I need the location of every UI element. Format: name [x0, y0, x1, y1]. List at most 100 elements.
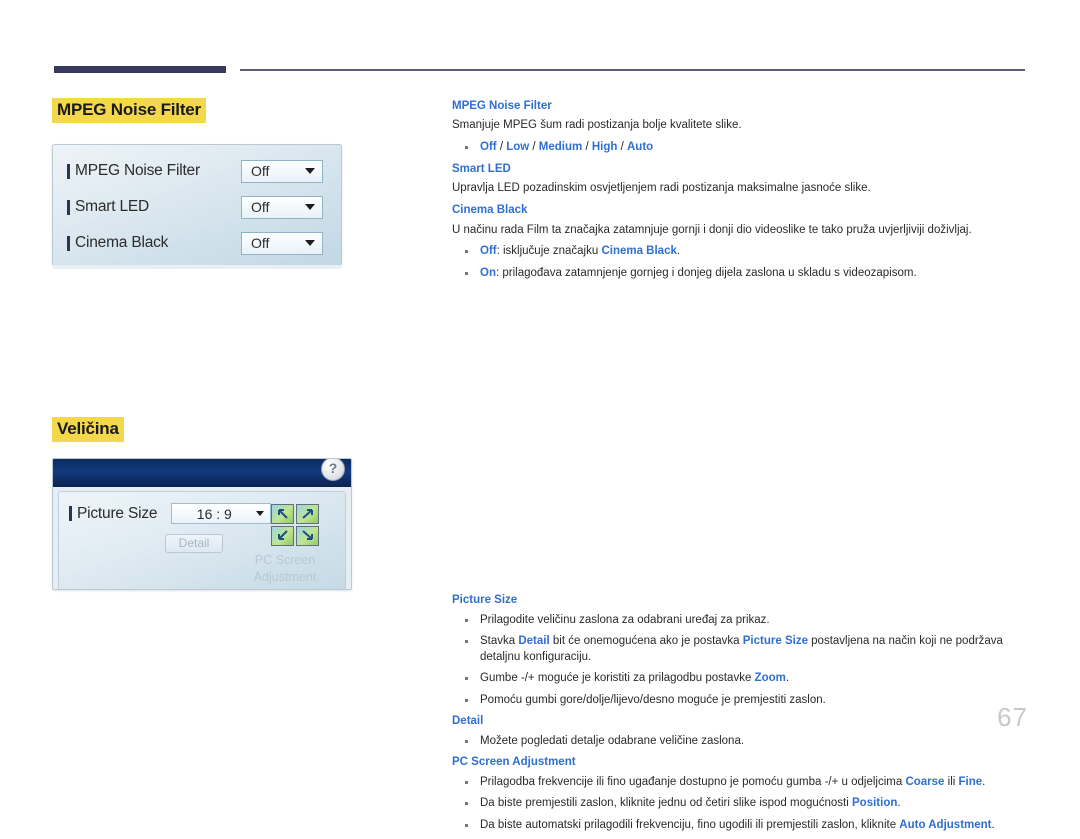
bullet-list-cinema-black: Off: isključuje značajku Cinema Black. O…: [452, 244, 1030, 281]
bullet-text: : isključuje značajku: [496, 245, 602, 258]
osd-label-smart-led: Smart LED: [75, 198, 149, 215]
block-smart-led: Smart LED Upravlja LED pozadinskim osvje…: [452, 162, 1030, 196]
bullet-marker-icon: [67, 199, 70, 215]
block-paragraph-smart-led: Upravlja LED pozadinskim osvjetljenjem r…: [452, 182, 871, 195]
list-item: Off: isključuje značajku Cinema Black.: [452, 244, 1030, 260]
section-heading-mpeg-noise-filter: MPEG Noise Filter: [52, 98, 206, 123]
bullet-text: bit će onemogućena ako je postavka: [549, 635, 743, 648]
osd-dialog-mpeg-noise-filter: MPEG Noise Filter Off Smart LED Off Cine…: [52, 144, 342, 269]
bullet-text-tail: .: [991, 818, 995, 831]
position-cell-top-right[interactable]: [296, 504, 319, 524]
osd-dialog-picture-size: ? Picture Size 16 : 9 Detail PC Screen A…: [52, 458, 352, 590]
osd-select-cinema-black[interactable]: Off: [241, 231, 323, 255]
osd-select-mpeg-noise-filter[interactable]: Off: [241, 159, 323, 183]
term-zoom: Zoom: [754, 672, 786, 685]
bullet-text-tail: .: [676, 245, 681, 258]
block-detail: Detail Možete pogledati detalje odabrane…: [452, 714, 1030, 749]
list-item: Prilagodite veličinu zaslona za odabrani…: [452, 613, 1030, 629]
block-pc-screen-adjustment: PC Screen Adjustment Prilagodba frekvenc…: [452, 755, 1030, 833]
bullet-text-tail: .: [785, 672, 790, 685]
block-paragraph-mpeg-noise-filter: Smanjuje MPEG šum radi postizanja bolje …: [452, 119, 742, 132]
list-item: Gumbe -/+ moguće je koristiti za prilago…: [452, 671, 1030, 687]
arrow-up-left-icon: [278, 509, 288, 519]
bullet-list-pc-screen-adjustment: Prilagodba frekvencije ili fino ugađanje…: [452, 775, 1030, 834]
osd-titlebar: ?: [53, 459, 351, 487]
option-low: Low: [506, 141, 530, 154]
term-auto-adjustment: Auto Adjustment: [899, 818, 992, 831]
option-off: Off: [480, 141, 497, 154]
help-icon[interactable]: ?: [321, 459, 345, 481]
osd-row-smart-led: Smart LED Off: [53, 189, 341, 225]
bullet-text-tail: .: [897, 797, 901, 810]
osd-label-picture-size: Picture Size: [77, 504, 158, 522]
option-medium: Medium: [538, 141, 583, 154]
term-cinema-black: Cinema Black: [601, 245, 677, 258]
bullet-text: Stavka: [480, 635, 519, 648]
bullet-marker-icon: [69, 506, 72, 521]
term-position: Position: [852, 797, 898, 810]
block-heading-detail: Detail: [452, 715, 484, 728]
arrow-down-left-icon: [278, 530, 288, 540]
pc-screen-adjustment-button[interactable]: PC Screen Adjustment: [239, 552, 331, 586]
bullet-list-mpeg-options: Off / Low / Medium / High / Auto: [452, 140, 1030, 156]
bullet-text: Da biste automatski prilagodili frekvenc…: [480, 818, 900, 831]
term-fine: Fine: [958, 775, 983, 788]
position-cell-bottom-right[interactable]: [296, 526, 319, 546]
osd-row-mpeg-noise-filter: MPEG Noise Filter Off: [53, 153, 341, 189]
term-picture-size: Picture Size: [742, 635, 808, 648]
arrow-up-right-icon: [302, 509, 313, 519]
chevron-down-icon: [305, 240, 315, 246]
section-heading-velicina: Veličina: [52, 417, 124, 442]
page-number: 67: [997, 702, 1028, 732]
arrow-down-right-icon: [302, 530, 313, 540]
position-grid[interactable]: [271, 504, 319, 546]
list-item: Stavka Detail bit će onemogućena ako je …: [452, 634, 1030, 665]
list-item: Pomoću gumbi gore/dolje/lijevo/desno mog…: [452, 693, 1030, 709]
osd-select-value-smart-led: Off: [251, 199, 270, 215]
term-on: On: [480, 266, 496, 279]
option-high: High: [591, 141, 618, 154]
bullet-text: Prilagodba frekvencije ili fino ugađanje…: [480, 775, 906, 788]
block-mpeg-noise-filter: MPEG Noise Filter Smanjuje MPEG šum radi…: [452, 99, 1030, 156]
block-paragraph-cinema-black: U načinu rada Film ta značajka zatamnjuj…: [452, 223, 972, 236]
list-item: On: prilagođava zatamnjenje gornjeg i do…: [452, 266, 1030, 282]
osd-label-cinema-black: Cinema Black: [75, 234, 169, 251]
header-rule-thick: [54, 66, 226, 73]
bullet-text: Gumbe -/+ moguće je koristiti za prilago…: [480, 672, 755, 685]
term-coarse: Coarse: [905, 775, 945, 788]
option-auto: Auto: [627, 141, 654, 154]
block-heading-smart-led: Smart LED: [452, 162, 511, 175]
osd-select-picture-size[interactable]: 16 : 9: [171, 503, 272, 524]
osd-label-mpeg-noise-filter: MPEG Noise Filter: [75, 162, 200, 179]
osd-select-smart-led[interactable]: Off: [241, 195, 323, 219]
position-cell-bottom-left[interactable]: [271, 526, 294, 546]
block-picture-size: Picture Size Prilagodite veličinu zaslon…: [452, 593, 1030, 708]
bullet-text: Možete pogledati detalje odabrane veliči…: [480, 734, 745, 747]
bullet-text: Prilagodite veličinu zaslona za odabrani…: [480, 613, 770, 626]
bullet-marker-icon: [67, 235, 70, 251]
block-heading-mpeg-noise-filter: MPEG Noise Filter: [452, 100, 552, 112]
osd-select-value-picture-size: 16 : 9: [196, 505, 232, 522]
block-cinema-black: Cinema Black U načinu rada Film ta znača…: [452, 203, 1030, 281]
list-item: Prilagodba frekvencije ili fino ugađanje…: [452, 775, 1030, 791]
bullet-text: Da biste premjestili zaslon, kliknite je…: [480, 797, 853, 810]
chevron-down-icon: [305, 204, 315, 210]
bullet-marker-icon: [67, 163, 70, 179]
detail-button[interactable]: Detail: [165, 534, 223, 553]
list-item: Da biste automatski prilagodili frekvenc…: [452, 818, 1030, 834]
term-off: Off: [480, 245, 497, 258]
position-cell-top-left[interactable]: [271, 504, 294, 524]
block-heading-cinema-black: Cinema Black: [452, 204, 528, 217]
content-column: MPEG Noise Filter Smanjuje MPEG šum radi…: [452, 99, 1030, 839]
chevron-down-icon: [256, 511, 265, 516]
bullet-list-picture-size: Prilagodite veličinu zaslona za odabrani…: [452, 613, 1030, 709]
osd-body-picture-size: Picture Size 16 : 9 Detail PC Screen Adj…: [58, 491, 346, 589]
list-item: Off / Low / Medium / High / Auto: [452, 140, 1030, 156]
list-item: Možete pogledati detalje odabrane veliči…: [452, 734, 1030, 750]
bullet-text: : prilagođava zatamnjenje gornjeg i donj…: [495, 266, 917, 279]
osd-select-value-cinema-black: Off: [251, 235, 270, 251]
osd-select-value-mpeg-noise-filter: Off: [251, 163, 270, 179]
bullet-text: Pomoću gumbi gore/dolje/lijevo/desno mog…: [480, 693, 826, 706]
chevron-down-icon: [305, 168, 315, 174]
osd-row-cinema-black: Cinema Black Off: [53, 225, 341, 261]
